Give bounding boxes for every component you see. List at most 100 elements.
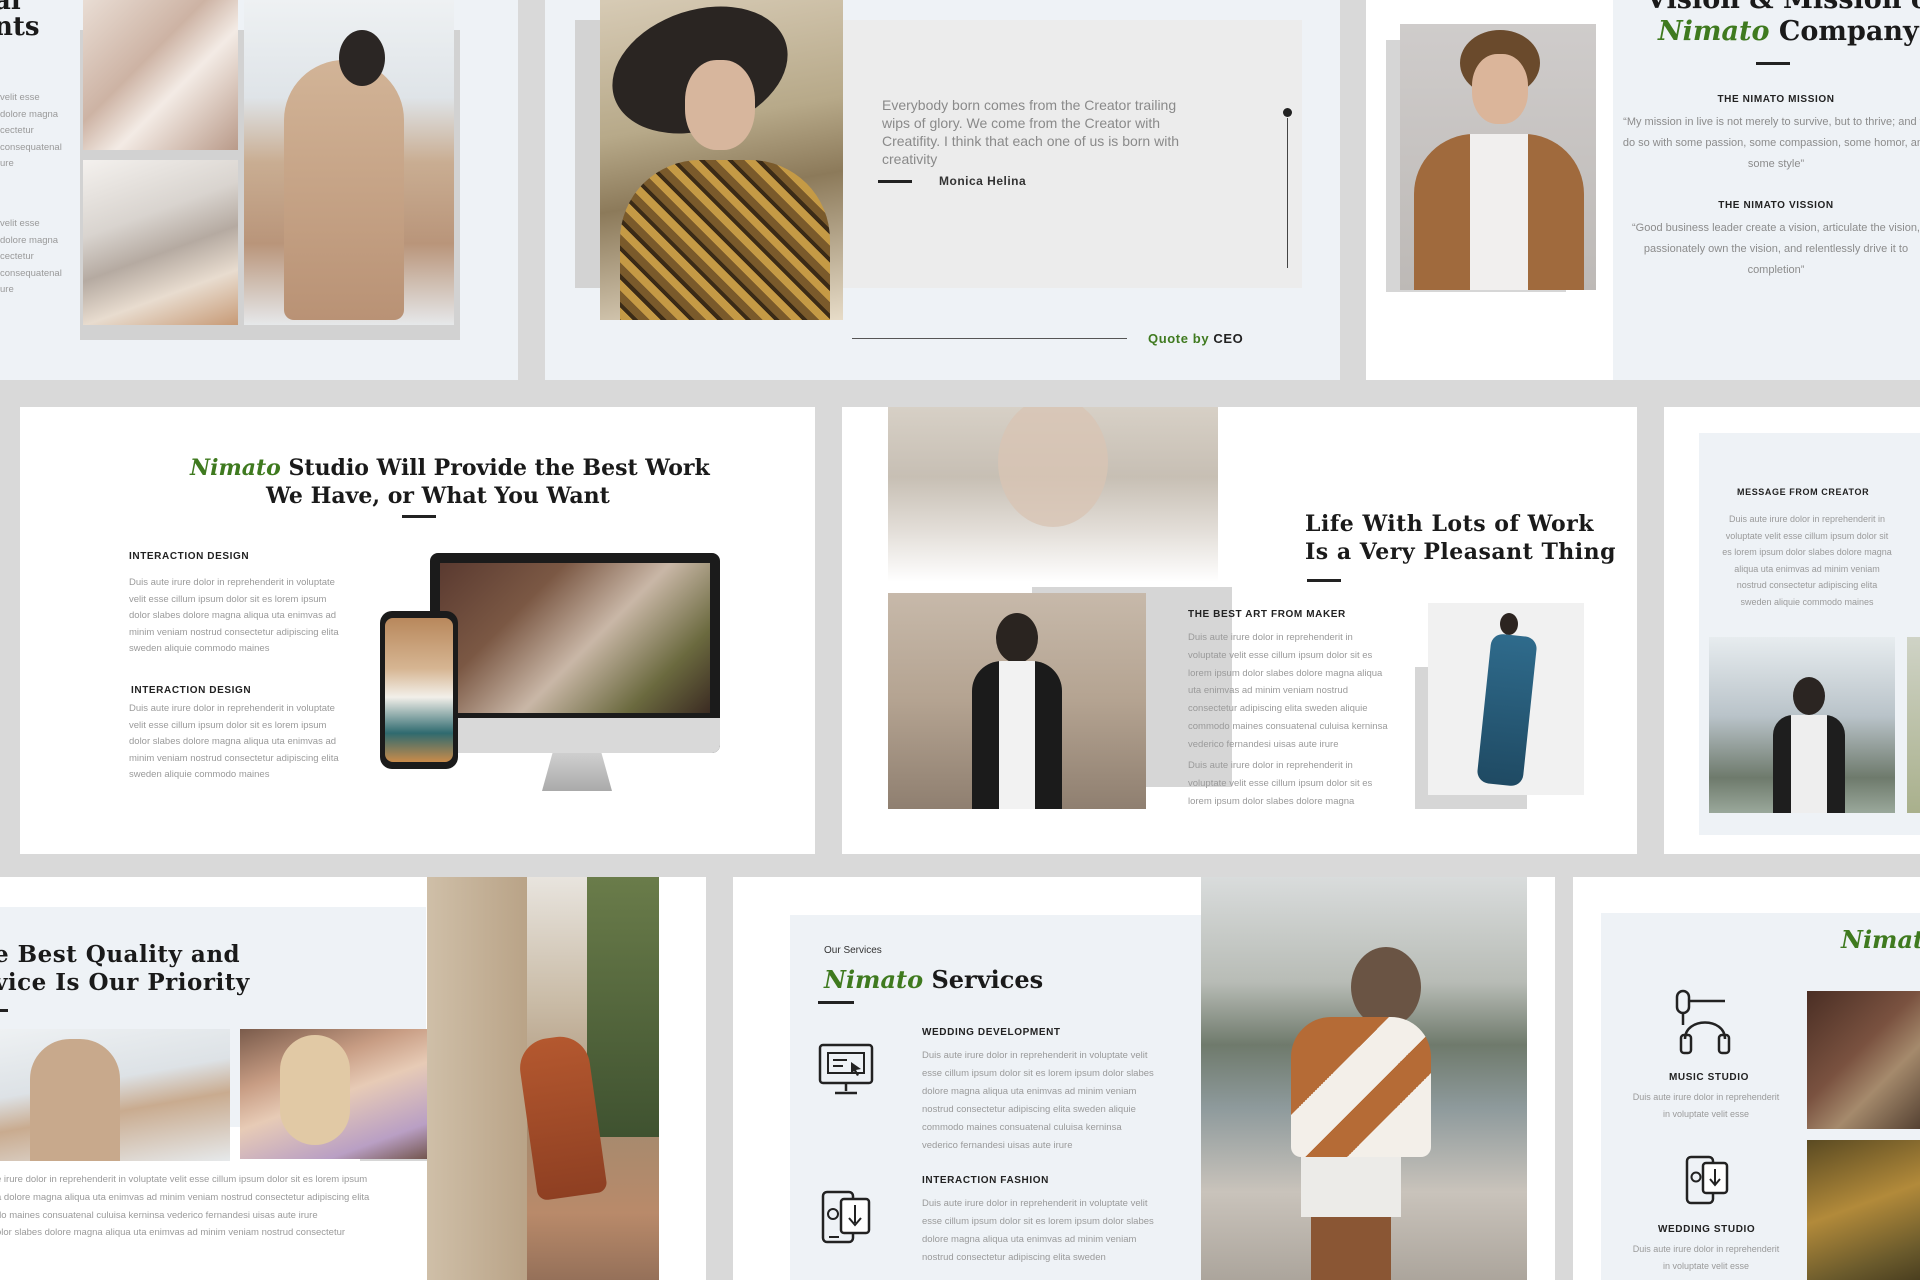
slide6-label: MESSAGE FROM CREATOR	[1737, 487, 1870, 497]
slide4-title-rest: Studio Will Provide the Best Work	[288, 455, 710, 481]
slide4-body1: Duis aute irure dolor in reprehenderit i…	[129, 577, 339, 654]
slide4-title-line1: Nimato Studio Will Provide the Best Work	[190, 455, 710, 481]
slide9-photo-autumn	[1807, 1140, 1920, 1280]
slide9-photo-door	[1807, 991, 1920, 1129]
slide-thumb-studios[interactable]: Nimat MUSIC STUDIO Duis aute irure dolor…	[1573, 877, 1920, 1280]
phone-mockup	[380, 611, 458, 769]
slide7-title-line1: e Best Quality and	[0, 941, 241, 968]
slide5-dancer-head	[1500, 613, 1518, 635]
slide1-body1: velit esse dolore magna cectetur consequ…	[0, 92, 62, 169]
slide8-body1: Duis aute irure dolor in reprehenderit i…	[922, 1050, 1154, 1151]
slide-thumb-best-quality[interactable]: e Best Quality and vice Is Our Priority …	[0, 877, 706, 1280]
mobile-gear-icon	[1685, 1155, 1729, 1205]
slide8-brand: Nimato	[824, 965, 924, 994]
slide2-footer-by: by	[1192, 331, 1210, 346]
slide8-woman-shorts	[1301, 1157, 1401, 1217]
slide5-label: THE BEST ART FROM MAKER	[1188, 609, 1346, 620]
slide1-face	[339, 30, 385, 86]
slide-thumb-message[interactable]: MESSAGE FROM CREATOR Duis aute irure dol…	[1664, 407, 1920, 854]
slide3-photo-man-coat	[1400, 24, 1596, 290]
slide9-label1: MUSIC STUDIO	[1669, 1072, 1749, 1083]
slide2-photo-woman-hat	[600, 0, 843, 320]
slide7-photo-blonde	[240, 1029, 440, 1159]
slide3-vision-text: “Good business leader create a vision, a…	[1632, 222, 1920, 276]
slide3-title-line2: Nimato Company	[1658, 16, 1919, 47]
slide1-photo-papers	[83, 0, 238, 150]
slide3-vision-label: THE NIMATO VISSION	[1718, 200, 1834, 211]
slide7-wall	[427, 877, 527, 1280]
slide6-photo-edge	[1907, 637, 1920, 813]
slide4-label2: INTERACTION DESIGN	[131, 685, 252, 696]
slide4-title-line2: We Have, or What You Want	[266, 483, 610, 509]
slide9-body1: Duis aute irure dolor in reprehenderit i…	[1632, 1092, 1780, 1119]
slide8-title-rest: Services	[931, 965, 1044, 994]
slide8-title-underline	[818, 1001, 854, 1004]
slide3-brand: Nimato	[1658, 16, 1770, 47]
slide3-shirt	[1470, 134, 1528, 290]
slide2-face	[685, 60, 755, 150]
slide8-title: Nimato Services	[824, 965, 1043, 994]
slide5-title-underline	[1307, 579, 1341, 582]
phone-screen	[385, 618, 453, 762]
monitor-cursor-icon	[818, 1043, 874, 1095]
slide6-man-body	[1773, 715, 1845, 813]
slide-thumb-studio-devices[interactable]: Nimato Studio Will Provide the Best Work…	[20, 407, 815, 854]
slide1-title-line2: nts	[0, 12, 40, 42]
slide2-author-dash	[878, 180, 912, 183]
slide7-title-line2: vice Is Our Priority	[0, 969, 250, 996]
slide2-scroll-line	[1287, 118, 1288, 268]
slide2-quote-text: Everybody born comes from the Creator tr…	[882, 97, 1180, 167]
slide1-photo-woman-coat	[244, 0, 454, 325]
slide3-text-panel	[1613, 0, 1920, 380]
slide-thumb-quote[interactable]: Everybody born comes from the Creator tr…	[545, 0, 1340, 380]
slide2-author: Monica Helina	[939, 174, 1027, 188]
slide5-body2: Duis aute irure dolor in reprehenderit i…	[1188, 760, 1373, 807]
slide6-body: Duis aute irure dolor in reprehenderit i…	[1722, 514, 1892, 607]
slide3-mission-text: “My mission in live is not merely to sur…	[1622, 116, 1920, 170]
slide-thumb-life-work[interactable]: Life With Lots of Work Is a Very Pleasan…	[842, 407, 1637, 854]
slide5-face	[998, 407, 1108, 527]
slide3-title-line1: Vision & Mission of	[1646, 0, 1920, 15]
slide6-photo-man-hoodie	[1709, 637, 1895, 813]
mobile-gear-icon	[821, 1190, 871, 1244]
slide4-body2: Duis aute irure dolor in reprehenderit i…	[129, 703, 339, 780]
slide5-title-line1: Life With Lots of Work	[1305, 511, 1595, 537]
slide2-footer-line	[852, 338, 1127, 339]
monitor-chin	[430, 718, 720, 753]
slide6-man-head	[1793, 677, 1825, 715]
slide2-footer-ceo: CEO	[1213, 331, 1244, 346]
slide8-label2: INTERACTION FASHION	[922, 1175, 1049, 1186]
slide7-trees	[587, 877, 659, 1137]
slide5-photo-dancer	[1428, 603, 1584, 795]
slide1-photo-flatlay	[83, 160, 238, 325]
slide7-photo-street-dress	[427, 877, 659, 1280]
slide4-label1: INTERACTION DESIGN	[129, 551, 250, 562]
slide2-scroll-dot	[1283, 108, 1292, 117]
slide9-brand: Nimat	[1841, 925, 1920, 954]
monitor-screen	[440, 563, 710, 713]
slide7-coat-figure	[30, 1039, 120, 1161]
slide9-label2: WEDDING STUDIO	[1658, 1224, 1756, 1235]
slide3-face	[1472, 54, 1528, 124]
slide1-body2: velit esse dolore magna cectetur consequ…	[0, 218, 62, 295]
slide7-blonde-hair	[280, 1035, 350, 1145]
slide8-label1: WEDDING DEVELOPMENT	[922, 1027, 1061, 1038]
slide-thumb-vision-mission[interactable]: Vision & Mission of Nimato Company THE N…	[1366, 0, 1920, 380]
slide3-mission-label: THE NIMATO MISSION	[1717, 94, 1835, 105]
slide5-man-body	[972, 661, 1062, 809]
slide7-title-underline	[0, 1009, 8, 1012]
slide-thumb-fashion-collage[interactable]: al nts velit esse dolore magna cectetur …	[0, 0, 518, 380]
slide8-kicker: Our Services	[824, 945, 882, 956]
slide5-body1: Duis aute irure dolor in reprehenderit i…	[1188, 632, 1388, 750]
slide8-body2: Duis aute irure dolor in reprehenderit i…	[922, 1198, 1154, 1263]
slide8-woman-hair	[1351, 947, 1421, 1027]
slide5-photo-man-vest	[888, 593, 1146, 809]
slide9-body2: Duis aute irure dolor in reprehenderit i…	[1632, 1244, 1780, 1271]
slide1-coat-figure	[284, 60, 404, 320]
slide5-title-line2: Is a Very Pleasant Thing	[1305, 539, 1617, 565]
slide-thumb-services[interactable]: Our Services Nimato Services WEDDING DEV…	[733, 877, 1555, 1280]
monitor-stand	[542, 753, 612, 791]
monitor-mockup	[430, 553, 720, 753]
slide8-woman-sweater	[1291, 1017, 1431, 1157]
slide3-title-underline	[1756, 62, 1790, 65]
